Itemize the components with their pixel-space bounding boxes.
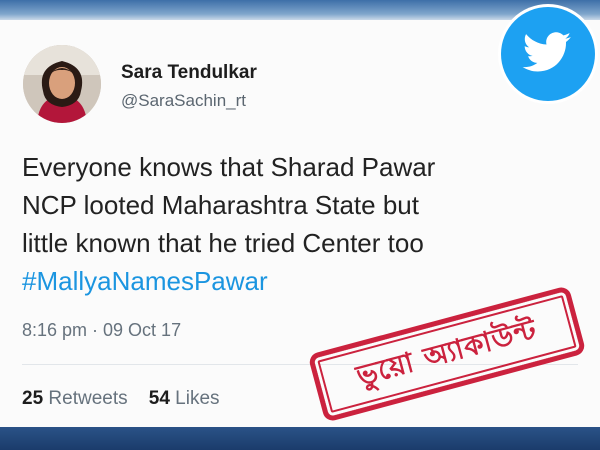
hashtag-link[interactable]: #MallyaNamesPawar xyxy=(22,262,592,300)
retweet-count-link[interactable]: 25 Retweets xyxy=(22,388,128,409)
like-count-link[interactable]: 54 Likes xyxy=(149,388,220,409)
twitter-bird-glyph xyxy=(522,32,571,72)
profile-photo xyxy=(23,45,101,123)
like-count: 54 xyxy=(148,388,170,409)
tweet-text-line: NCP looted Maharashtra State but xyxy=(22,190,419,220)
retweet-label: Retweets xyxy=(48,388,128,409)
engagement-stats: 25 Retweets 54 Likes xyxy=(22,388,220,410)
display-name[interactable]: Sara Tendulkar xyxy=(121,62,257,84)
tweet-text-line: Everyone knows that Sharad Pawar xyxy=(22,152,436,182)
avatar[interactable] xyxy=(23,45,101,123)
user-handle[interactable]: @SaraSachin_rt xyxy=(121,91,246,111)
tweet-timestamp[interactable]: 8:16 pm · 09 Oct 17 xyxy=(22,320,181,341)
twitter-bird-icon xyxy=(501,7,595,101)
tweet-text-line: little known that he tried Center too xyxy=(22,228,424,258)
bottom-frame-band xyxy=(0,427,600,450)
retweet-count: 25 xyxy=(22,388,44,409)
tweet-text: Everyone knows that Sharad Pawar NCP loo… xyxy=(22,148,592,300)
like-label: Likes xyxy=(175,388,220,409)
